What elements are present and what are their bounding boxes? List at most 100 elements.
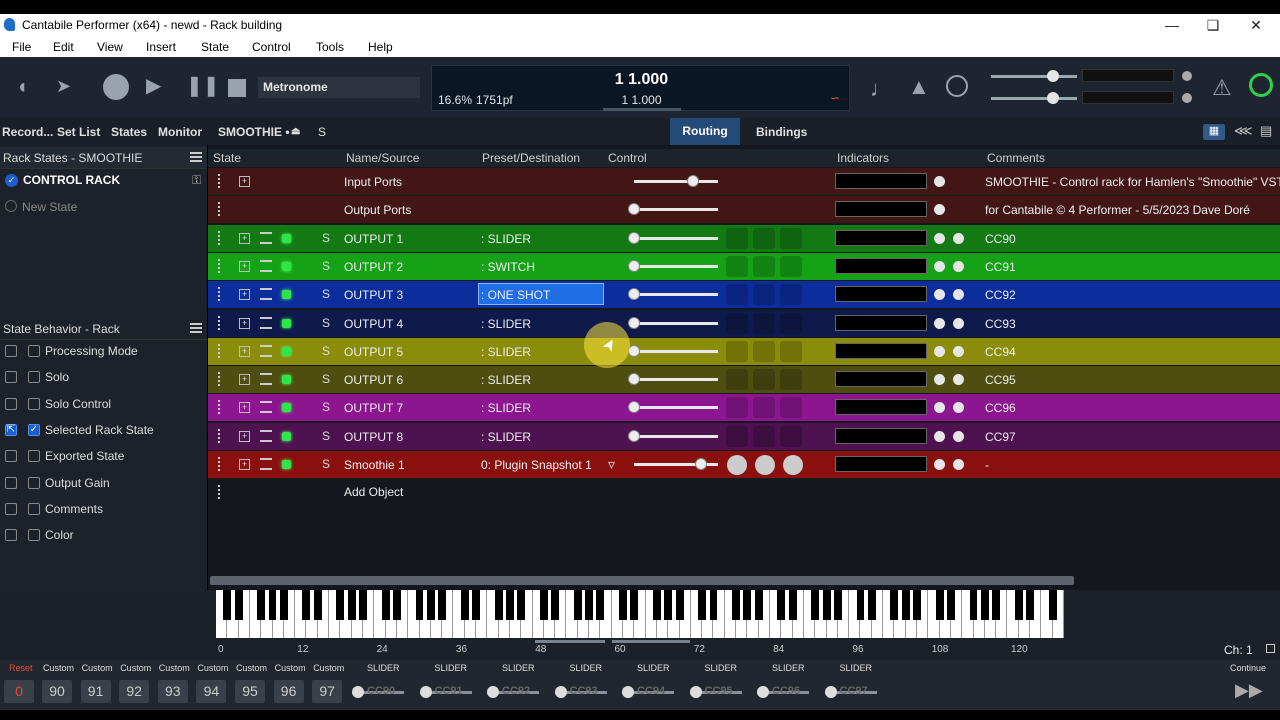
control-slider[interactable] xyxy=(628,203,718,216)
col-name[interactable]: Name/Source xyxy=(346,151,419,165)
black-key[interactable] xyxy=(1014,590,1023,620)
route-icon[interactable] xyxy=(260,231,272,244)
row-preset[interactable]: : SLIDER xyxy=(481,232,531,246)
enabled-led[interactable] xyxy=(282,346,291,356)
behavior-checkbox[interactable] xyxy=(28,502,40,515)
black-key[interactable] xyxy=(664,590,673,620)
slider-knob[interactable] xyxy=(628,259,640,272)
menu-file[interactable]: File xyxy=(12,40,31,54)
behavior-checkbox[interactable] xyxy=(28,476,40,489)
behavior-checkbox[interactable] xyxy=(5,371,17,384)
drag-handle[interactable] xyxy=(218,457,222,471)
row-comment[interactable]: CC97 xyxy=(985,430,1016,444)
route-icon[interactable] xyxy=(260,458,272,470)
black-key[interactable] xyxy=(596,590,605,620)
black-key[interactable] xyxy=(313,590,322,620)
solo-button[interactable]: S xyxy=(322,457,330,471)
minimize-icon[interactable]: — xyxy=(1157,15,1187,35)
master-gain-knob[interactable] xyxy=(1047,70,1059,82)
black-key[interactable] xyxy=(619,590,627,620)
row-comment[interactable]: CC91 xyxy=(985,260,1016,274)
panel-icon[interactable]: ▤ xyxy=(1260,123,1272,139)
control-button[interactable] xyxy=(780,340,802,362)
drag-handle[interactable] xyxy=(218,372,222,387)
slider-knob[interactable] xyxy=(824,686,837,698)
behavior-checkbox[interactable] xyxy=(5,476,17,489)
menu-state[interactable]: State xyxy=(201,40,229,54)
channel-icon[interactable] xyxy=(1266,644,1275,653)
expand-icon[interactable]: + xyxy=(239,345,250,357)
expand-icon[interactable]: + xyxy=(239,374,250,386)
table-row[interactable]: + S OUTPUT 3: ONE SHOT CC92 xyxy=(208,281,1280,309)
slider-knob[interactable] xyxy=(352,686,364,698)
black-key[interactable] xyxy=(426,590,435,620)
control-slider[interactable] xyxy=(628,316,718,329)
behavior-item[interactable]: ⇱ ✓ Selected Rack State xyxy=(0,419,207,443)
custom-button[interactable]: 97 xyxy=(312,680,343,703)
behavior-checkbox[interactable] xyxy=(5,502,17,515)
control-slider[interactable] xyxy=(628,429,718,442)
col-state[interactable]: State xyxy=(213,151,241,165)
tab-routing[interactable]: Routing xyxy=(670,118,740,145)
behavior-item[interactable]: Color xyxy=(0,524,207,548)
black-key[interactable] xyxy=(268,590,277,620)
drag-handle[interactable] xyxy=(218,343,222,358)
control-button[interactable] xyxy=(753,255,775,277)
control-slider[interactable] xyxy=(628,344,718,357)
menu-tools[interactable]: Tools xyxy=(316,40,344,54)
slider-knob[interactable] xyxy=(628,231,640,244)
menu-control[interactable]: Control xyxy=(252,40,291,54)
row-comment[interactable]: SMOOTHIE - Control rack for Hamlen's "Sm… xyxy=(985,175,1280,189)
pointer-lock-icon[interactable]: ➤ xyxy=(56,76,71,97)
row-preset[interactable]: : SLIDER xyxy=(481,373,531,387)
menu-help[interactable]: Help xyxy=(368,40,393,54)
black-key[interactable] xyxy=(573,590,582,620)
route-icon[interactable] xyxy=(260,401,272,414)
input-gain-knob[interactable] xyxy=(1047,92,1059,104)
master-gain-slider[interactable] xyxy=(991,75,1077,78)
power-icon[interactable] xyxy=(1249,73,1273,97)
black-key[interactable] xyxy=(856,590,865,620)
route-icon[interactable] xyxy=(260,344,272,357)
solo-toggle[interactable]: S xyxy=(318,125,326,139)
tab-setlist[interactable]: Set List xyxy=(57,125,100,139)
control-slider[interactable] xyxy=(634,458,718,470)
grid-view-icon[interactable]: ▦ xyxy=(1203,124,1225,140)
tab-monitor[interactable]: Monitor xyxy=(158,125,202,139)
row-comment[interactable]: CC94 xyxy=(985,345,1016,359)
behavior-item[interactable]: Processing Mode xyxy=(0,340,207,364)
route-icon[interactable] xyxy=(260,288,272,301)
behavior-checkbox[interactable] xyxy=(28,397,40,410)
control-button[interactable] xyxy=(780,369,802,391)
drag-handle[interactable] xyxy=(218,428,222,443)
control-button[interactable] xyxy=(753,312,775,334)
play-icon[interactable]: ▶ xyxy=(146,73,161,98)
table-row[interactable]: + S OUTPUT 1: SLIDER CC90 xyxy=(208,224,1280,252)
route-icon[interactable] xyxy=(260,259,272,272)
control-slider[interactable] xyxy=(628,401,718,414)
state-new[interactable]: New State xyxy=(22,200,77,214)
enabled-led[interactable] xyxy=(282,261,291,271)
slider-knob[interactable] xyxy=(628,429,640,442)
black-key[interactable] xyxy=(777,590,786,620)
tab-record[interactable]: Record... xyxy=(2,125,53,139)
table-row[interactable]: + S OUTPUT 5: SLIDER CC94 xyxy=(208,337,1280,365)
drag-handle[interactable] xyxy=(218,315,222,330)
row-preset[interactable]: : SLIDER xyxy=(481,430,531,444)
black-key[interactable] xyxy=(833,590,842,620)
slider-knob[interactable] xyxy=(689,686,702,698)
row-preset[interactable]: : SLIDER xyxy=(481,317,531,331)
col-indicators[interactable]: Indicators xyxy=(837,151,889,165)
behavior-item[interactable]: Comments xyxy=(0,498,207,522)
tempo-tap-icon[interactable] xyxy=(946,75,968,97)
enabled-led[interactable] xyxy=(282,375,291,385)
control-button[interactable] xyxy=(753,397,775,419)
metronome-icon[interactable]: ▲ xyxy=(908,74,930,100)
table-row[interactable]: + S OUTPUT 8: SLIDER CC97 xyxy=(208,422,1280,450)
slider-knob[interactable] xyxy=(628,203,640,216)
drag-handle[interactable] xyxy=(218,230,222,245)
table-row[interactable]: + Input Ports SMOOTHIE - Control rack for … xyxy=(208,168,1280,195)
note-icon[interactable]: ♩ xyxy=(870,76,892,102)
table-row[interactable]: + S Smoothie 1 0: Plugin Snapshot 1 ▿ - xyxy=(208,451,1280,478)
col-preset[interactable]: Preset/Destination xyxy=(482,151,580,165)
